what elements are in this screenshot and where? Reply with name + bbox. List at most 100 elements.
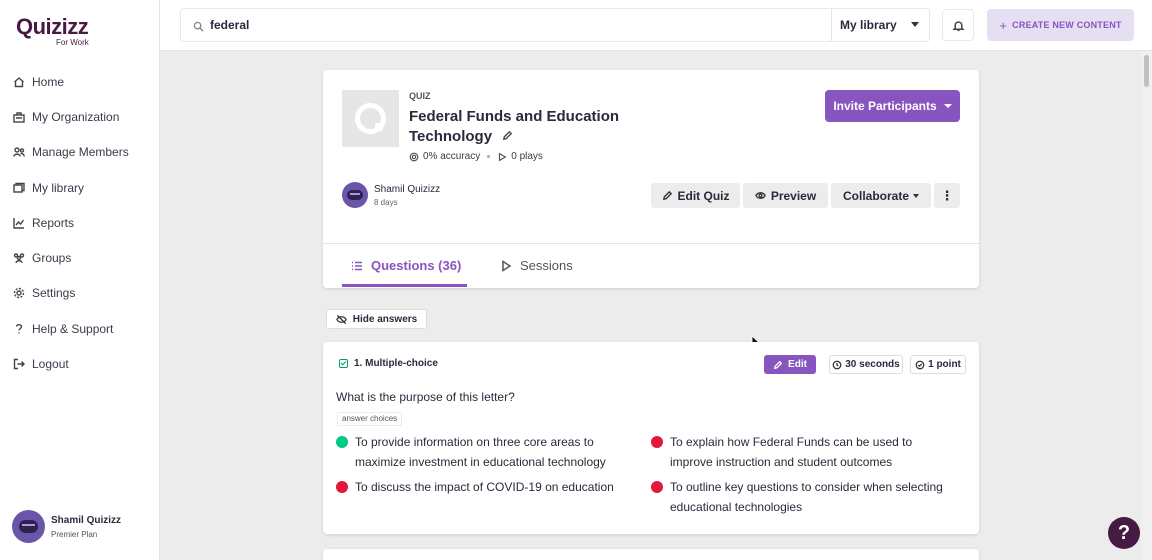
- edit-quiz-button[interactable]: Edit Quiz: [651, 183, 740, 208]
- chevron-down-icon: [943, 104, 952, 108]
- question-card: 1. Multiple-choice Edit 30 seconds 1 poi…: [323, 342, 979, 534]
- sidebar-item-label: Groups: [32, 251, 72, 266]
- logout-icon: [12, 358, 25, 371]
- more-options-button[interactable]: ⋮: [934, 183, 960, 208]
- sidebar-item-manage-members[interactable]: Manage Members: [0, 135, 160, 170]
- search-icon: [193, 19, 205, 32]
- user-profile[interactable]: Shamil Quizizz Premier Plan: [12, 510, 121, 543]
- sidebar-item-my-library[interactable]: My library: [0, 170, 160, 205]
- sidebar-item-settings[interactable]: Settings: [0, 276, 160, 311]
- quiz-thumbnail: [342, 90, 399, 147]
- user-name: Shamil Quizizz: [51, 514, 122, 526]
- create-new-content-button[interactable]: + CREATE NEW CONTENT: [987, 9, 1134, 41]
- points-badge[interactable]: 1 point: [910, 355, 966, 374]
- sidebar-item-my-organization[interactable]: My Organization: [0, 99, 160, 134]
- quiz-title-text: Federal Funds and Education Technology: [409, 108, 620, 145]
- quiz-owner: Shamil Quizizz 8 days: [342, 182, 440, 208]
- more-vertical-icon: ⋮: [940, 187, 954, 203]
- edit-quiz-label: Edit Quiz: [677, 188, 730, 203]
- user-info: Shamil Quizizz Premier Plan: [45, 515, 121, 539]
- user-plan: Premier Plan: [51, 529, 98, 539]
- avatar: [342, 182, 368, 208]
- question-type: 1. Multiple-choice: [339, 358, 438, 369]
- quiz-stats: 0% accuracy 0 plays: [409, 151, 543, 162]
- sidebar-item-label: Reports: [32, 215, 75, 230]
- sidebar-item-home[interactable]: Home: [0, 64, 160, 99]
- quizizz-logo[interactable]: Quizizz For Work: [16, 14, 89, 47]
- sidebar-item-label: My Organization: [32, 109, 120, 124]
- sidebar-item-logout[interactable]: Logout: [0, 346, 160, 381]
- time-limit-badge[interactable]: 30 seconds: [829, 355, 903, 374]
- answer-choice-text: To discuss the impact of COVID-19 on edu…: [355, 480, 614, 494]
- pencil-icon: [662, 190, 672, 201]
- logo-text: Quizizz: [16, 14, 89, 39]
- points-label: 1 point: [928, 359, 961, 370]
- sidebar-item-reports[interactable]: Reports: [0, 205, 160, 240]
- create-label: CREATE NEW CONTENT: [1012, 20, 1122, 30]
- sidebar-item-label: Home: [32, 74, 65, 89]
- home-icon: [12, 75, 25, 88]
- owner-time: 8 days: [374, 197, 398, 207]
- eye-off-icon: [335, 314, 347, 324]
- incorrect-indicator-icon: [336, 481, 348, 493]
- answer-choice: To outline key questions to consider whe…: [651, 478, 951, 517]
- library-select[interactable]: My library: [831, 9, 929, 41]
- library-select-value: My library: [840, 18, 897, 32]
- eye-icon: [754, 192, 766, 199]
- chevron-down-icon: [911, 22, 919, 27]
- question-type-label: 1. Multiple-choice: [354, 358, 438, 369]
- members-icon: [12, 146, 25, 159]
- quiz-type-label: QUIZ: [409, 91, 431, 101]
- incorrect-indicator-icon: [651, 481, 663, 493]
- page-title: Federal Funds and Education Technology: [409, 107, 639, 147]
- play-icon: [499, 152, 507, 161]
- invite-label: Invite Participants: [833, 99, 937, 113]
- sidebar-item-label: My library: [32, 180, 85, 195]
- reports-icon: [12, 216, 25, 229]
- sidebar-item-groups[interactable]: Groups: [0, 240, 160, 275]
- answer-choice: To provide information on three core are…: [336, 433, 636, 472]
- organization-icon: [12, 110, 25, 123]
- scrollbar[interactable]: [1141, 51, 1152, 560]
- clock-icon: [832, 360, 842, 369]
- groups-icon: [12, 252, 25, 265]
- pencil-icon: [773, 360, 783, 369]
- top-bar: federal My library + CREATE NEW CONTENT: [160, 0, 1152, 51]
- separator-dot: [487, 155, 491, 158]
- library-icon: [12, 181, 25, 194]
- help-button[interactable]: ?: [1108, 517, 1140, 549]
- notification-button[interactable]: [942, 9, 974, 41]
- quiz-placeholder-icon-tail: [375, 123, 383, 131]
- answer-choice: To discuss the impact of COVID-19 on edu…: [336, 478, 636, 498]
- preview-button[interactable]: Preview: [743, 183, 828, 208]
- hide-answers-label: Hide answers: [352, 313, 418, 325]
- scrollbar-thumb[interactable]: [1144, 55, 1149, 87]
- checkbox-icon: [339, 359, 348, 368]
- question-icon: [12, 322, 25, 335]
- tab-sessions[interactable]: Sessions: [500, 244, 590, 287]
- search-input[interactable]: federal My library: [180, 8, 930, 42]
- sidebar-item-label: Logout: [32, 357, 69, 372]
- tab-questions[interactable]: Questions (36): [342, 244, 467, 287]
- quiz-header-card: QUIZ Federal Funds and Education Technol…: [323, 70, 979, 288]
- owner-info: Shamil Quizizz 8 days: [368, 184, 440, 207]
- invite-participants-button[interactable]: Invite Participants: [825, 90, 960, 122]
- answer-choice-text: To explain how Federal Funds can be used…: [670, 435, 913, 469]
- list-icon: [352, 261, 362, 270]
- search-value: federal: [210, 18, 250, 32]
- sidebar-item-label: Help & Support: [32, 321, 114, 336]
- hide-answers-button[interactable]: Hide answers: [326, 309, 427, 329]
- tab-questions-label: Questions (36): [371, 258, 462, 273]
- collaborate-button[interactable]: Collaborate: [831, 183, 931, 208]
- accuracy-text: 0% accuracy: [423, 151, 481, 162]
- check-circle-icon: [915, 360, 925, 369]
- chevron-down-icon: [913, 193, 919, 198]
- sidebar-item-help-support[interactable]: Help & Support: [0, 311, 160, 346]
- edit-question-label: Edit: [788, 359, 807, 370]
- collaborate-label: Collaborate: [842, 188, 909, 203]
- edit-title-icon[interactable]: [502, 127, 513, 147]
- plus-icon: +: [999, 17, 1008, 33]
- sidebar-item-label: Settings: [32, 286, 76, 301]
- correct-indicator-icon: [336, 436, 348, 448]
- edit-question-button[interactable]: Edit: [764, 355, 816, 374]
